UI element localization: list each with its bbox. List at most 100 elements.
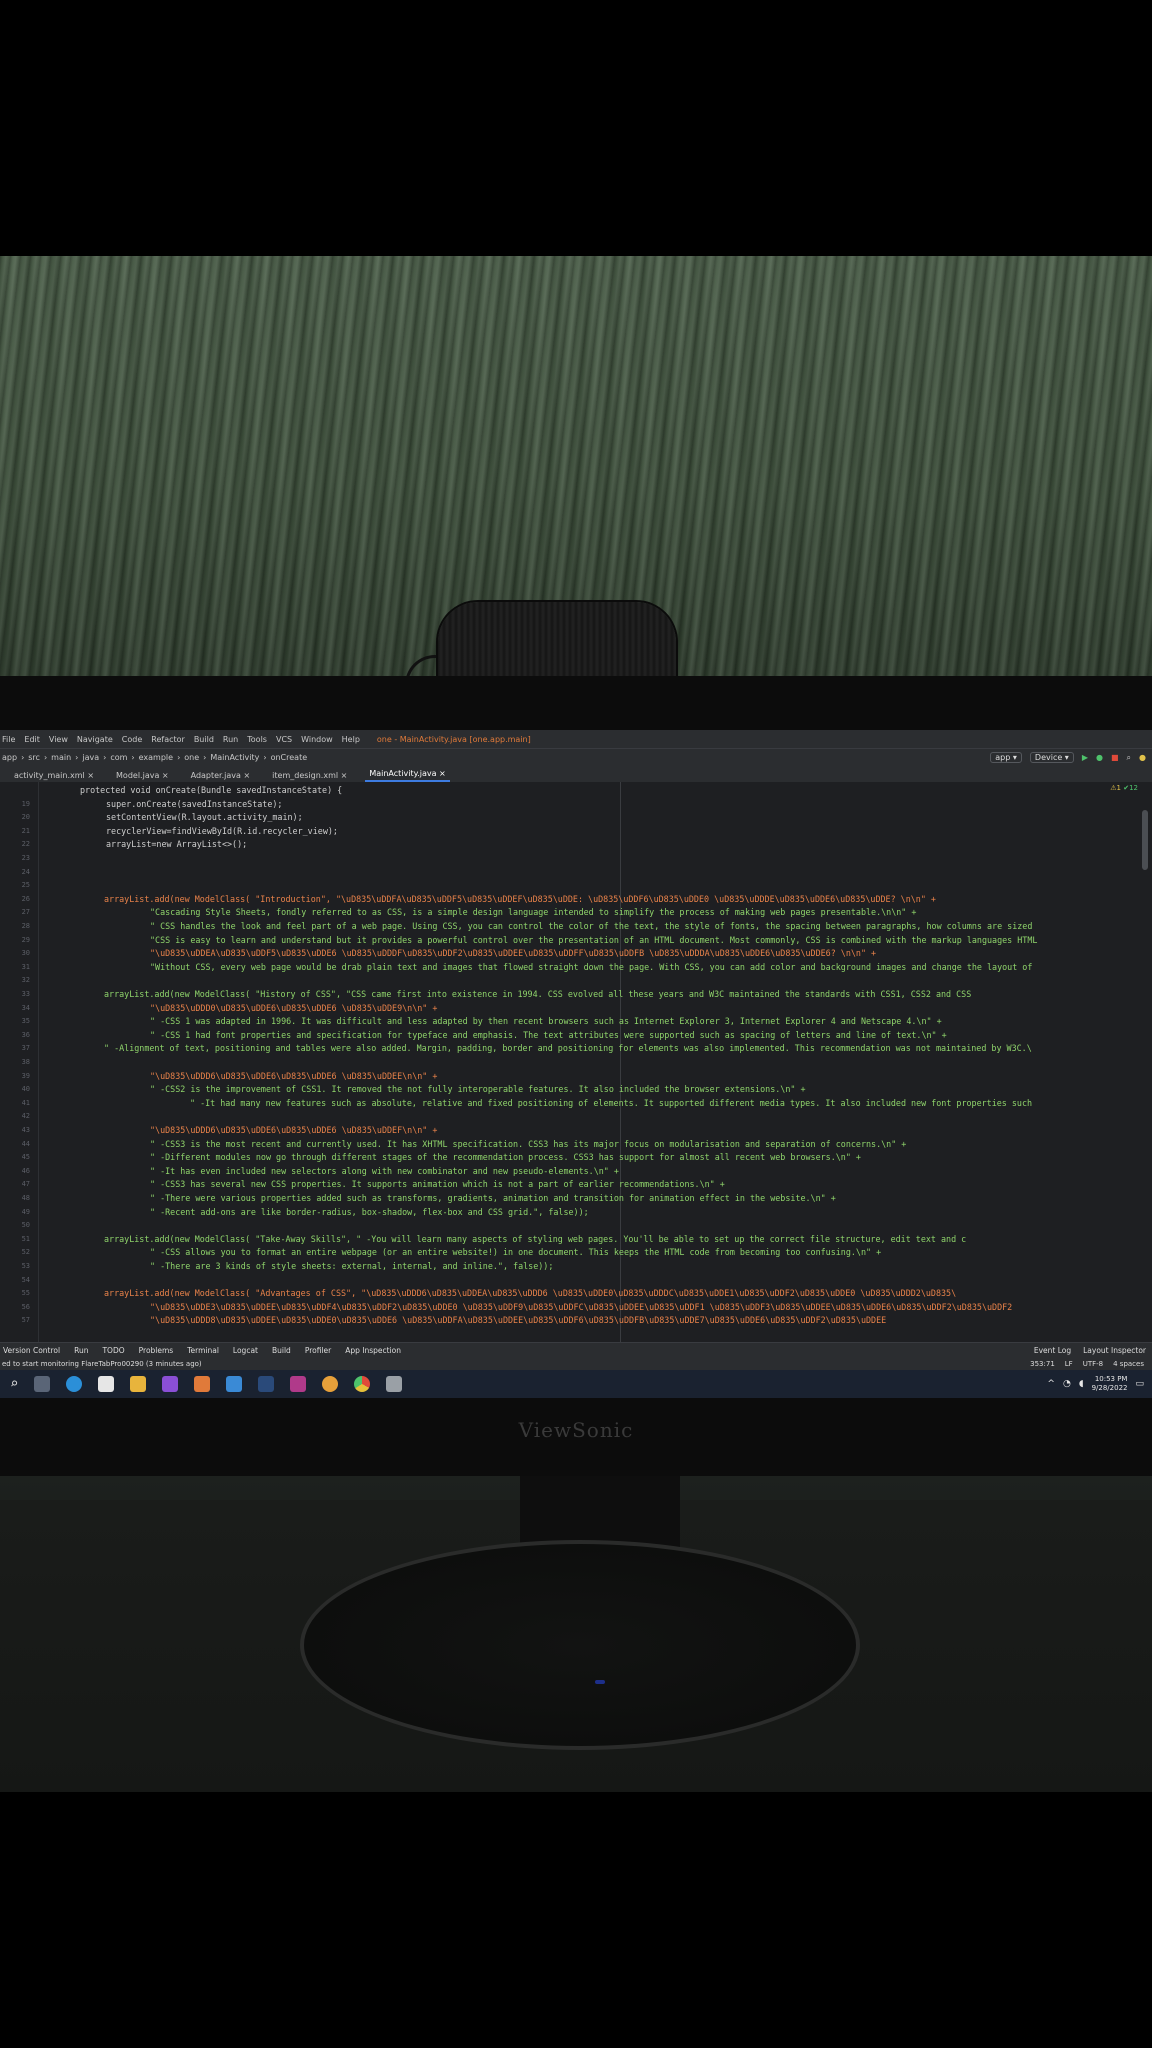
status-item[interactable]: UTF-8 (1083, 1360, 1103, 1368)
menu-item-refactor[interactable]: Refactor (151, 735, 185, 744)
folder-icon[interactable] (130, 1376, 147, 1392)
close-icon[interactable]: × (159, 771, 169, 780)
edge-browser-icon[interactable] (66, 1376, 83, 1392)
code-line[interactable]: "\uD835\uDDD6\uD835\uDDE6\uD835\uDDE6 \u… (150, 1070, 437, 1083)
code-line[interactable]: "CSS is easy to learn and understand but… (150, 934, 1037, 947)
code-line[interactable]: " -CSS2 is the improvement of CSS1. It r… (150, 1083, 805, 1096)
close-icon[interactable]: × (437, 769, 446, 778)
settings-icon[interactable]: ● (1139, 753, 1146, 762)
breadcrumb-item[interactable]: example (139, 753, 173, 762)
menu-item-help[interactable]: Help (342, 735, 360, 744)
status-item[interactable]: 353:71 (1030, 1360, 1055, 1368)
code-line[interactable]: " -Alignment of text, positioning and ta… (104, 1042, 1032, 1055)
notification-icon[interactable]: ▭ (1135, 1379, 1144, 1389)
tool-window-profiler[interactable]: Profiler (305, 1346, 331, 1355)
run-config-select[interactable]: app ▾ (990, 752, 1022, 763)
android-studio-icon[interactable] (386, 1376, 403, 1392)
editor-tab[interactable]: Adapter.java × (187, 771, 255, 782)
breadcrumb-item[interactable]: onCreate (271, 753, 308, 762)
menu-item-file[interactable]: File (2, 735, 15, 744)
stop-icon[interactable]: ■ (1111, 753, 1119, 762)
menu-item-vcs[interactable]: VCS (276, 735, 292, 744)
code-line[interactable]: arrayList=new ArrayList<>(); (106, 838, 247, 851)
editor-tab[interactable]: MainActivity.java × (365, 769, 450, 782)
device-select[interactable]: Device ▾ (1029, 752, 1074, 763)
tool-window-layout-inspector[interactable]: Layout Inspector (1083, 1346, 1146, 1355)
breadcrumb-item[interactable]: main (51, 753, 71, 762)
menu-item-build[interactable]: Build (194, 735, 214, 744)
volume-icon[interactable]: ◖ (1079, 1379, 1084, 1389)
file-explorer-icon[interactable] (98, 1376, 115, 1392)
tool-window-logcat[interactable]: Logcat (233, 1346, 258, 1355)
code-line[interactable]: " -Different modules now go through diff… (150, 1151, 861, 1164)
tool-window-todo[interactable]: TODO (102, 1346, 124, 1355)
code-editor[interactable]: ⚠1 ✔12 protected void onCreate(Bundle sa… (0, 782, 1152, 1342)
code-line[interactable]: arrayList.add(new ModelClass( "Introduct… (104, 893, 936, 906)
app2-icon[interactable] (322, 1376, 339, 1392)
close-icon[interactable]: × (241, 771, 250, 780)
run-icon[interactable]: ▶ (1082, 753, 1088, 762)
tool-window-build[interactable]: Build (272, 1346, 291, 1355)
code-line[interactable]: arrayList.add(new ModelClass( "Take-Away… (104, 1233, 966, 1246)
chevron-up-icon[interactable]: ^ (1047, 1379, 1055, 1389)
breadcrumb-item[interactable]: MainActivity (210, 753, 259, 762)
menu-item-code[interactable]: Code (122, 735, 142, 744)
code-line[interactable]: " -CSS allows you to format an entire we… (150, 1246, 881, 1259)
menu-item-navigate[interactable]: Navigate (77, 735, 113, 744)
search-icon[interactable]: ⌕ (10, 1376, 18, 1392)
steam-icon[interactable] (258, 1376, 275, 1392)
breadcrumb-item[interactable]: java (82, 753, 99, 762)
code-line[interactable]: "\uD835\uDDD0\uD835\uDDE6\uD835\uDDE6 \u… (150, 1002, 437, 1015)
code-line[interactable]: "\uD835\uDDD8\uD835\uDDEE\uD835\uDDE0\uD… (150, 1314, 886, 1327)
close-icon[interactable]: × (338, 771, 348, 780)
code-line[interactable]: " -CSS3 has several new CSS properties. … (150, 1178, 725, 1191)
code-line[interactable]: arrayList.add(new ModelClass( "Advantage… (104, 1287, 956, 1300)
code-line[interactable]: super.onCreate(savedInstanceState); (106, 798, 282, 811)
code-line[interactable]: setContentView(R.layout.activity_main); (106, 811, 303, 824)
store-icon[interactable] (226, 1376, 243, 1392)
menu-item-edit[interactable]: Edit (24, 735, 40, 744)
code-line[interactable]: "\uD835\uDDEA\uD835\uDDF5\uD835\uDDE6 \u… (150, 947, 876, 960)
menu-item-tools[interactable]: Tools (247, 735, 267, 744)
menu-item-view[interactable]: View (49, 735, 68, 744)
task-view-icon[interactable] (34, 1376, 51, 1392)
visual-studio-icon[interactable] (162, 1376, 179, 1392)
code-line[interactable]: recyclerView=findViewById(R.id.recycler_… (106, 825, 338, 838)
tool-window-problems[interactable]: Problems (139, 1346, 174, 1355)
breadcrumb-item[interactable]: app (2, 753, 17, 762)
breadcrumb-item[interactable]: one (184, 753, 199, 762)
breadcrumb-item[interactable]: com (110, 753, 127, 762)
tool-window-version-control[interactable]: Version Control (3, 1346, 60, 1355)
inspection-summary[interactable]: ⚠1 ✔12 (1110, 784, 1138, 792)
editor-tab[interactable]: activity_main.xml × (10, 771, 98, 782)
tool-window-app-inspection[interactable]: App Inspection (345, 1346, 401, 1355)
code-line[interactable]: " -There were various properties added s… (150, 1192, 836, 1205)
menu-item-run[interactable]: Run (223, 735, 238, 744)
tool-window-terminal[interactable]: Terminal (187, 1346, 219, 1355)
chrome-icon[interactable] (354, 1376, 371, 1392)
code-line[interactable]: " -CSS3 is the most recent and currently… (150, 1138, 906, 1151)
status-item[interactable]: LF (1065, 1360, 1073, 1368)
clock[interactable]: 10:53 PM 9/28/2022 (1092, 1375, 1128, 1393)
status-item[interactable]: 4 spaces (1113, 1360, 1144, 1368)
code-line[interactable]: "\uD835\uDDE3\uD835\uDDEE\uD835\uDDF4\uD… (150, 1301, 1012, 1314)
menu-item-window[interactable]: Window (301, 735, 333, 744)
code-line[interactable]: arrayList.add(new ModelClass( "History o… (104, 988, 971, 1001)
code-line[interactable]: " -CSS 1 had font properties and specifi… (150, 1029, 947, 1042)
tool-window-event-log[interactable]: Event Log (1034, 1346, 1071, 1355)
photo-icon[interactable] (290, 1376, 307, 1392)
network-icon[interactable]: ◔ (1063, 1379, 1071, 1389)
code-line[interactable]: " -It had many new features such as abso… (190, 1097, 1032, 1110)
code-line[interactable]: " -There are 3 kinds of style sheets: ex… (150, 1260, 553, 1273)
search-icon[interactable]: ⌕ (1127, 753, 1131, 763)
code-line[interactable]: "Cascading Style Sheets, fondly referred… (150, 906, 916, 919)
code-line[interactable]: "Without CSS, every web page would be dr… (150, 961, 1032, 974)
editor-scrollbar[interactable] (1142, 810, 1148, 870)
code-line[interactable]: " -Recent add-ons are like border-radius… (150, 1206, 589, 1219)
breadcrumb-item[interactable]: src (28, 753, 40, 762)
tool-window-run[interactable]: Run (74, 1346, 88, 1355)
code-line[interactable]: "\uD835\uDDD6\uD835\uDDE6\uD835\uDDE6 \u… (150, 1124, 437, 1137)
editor-tab[interactable]: Model.java × (112, 771, 173, 782)
debug-icon[interactable]: ● (1096, 753, 1103, 762)
code-line[interactable]: protected void onCreate(Bundle savedInst… (80, 784, 342, 797)
